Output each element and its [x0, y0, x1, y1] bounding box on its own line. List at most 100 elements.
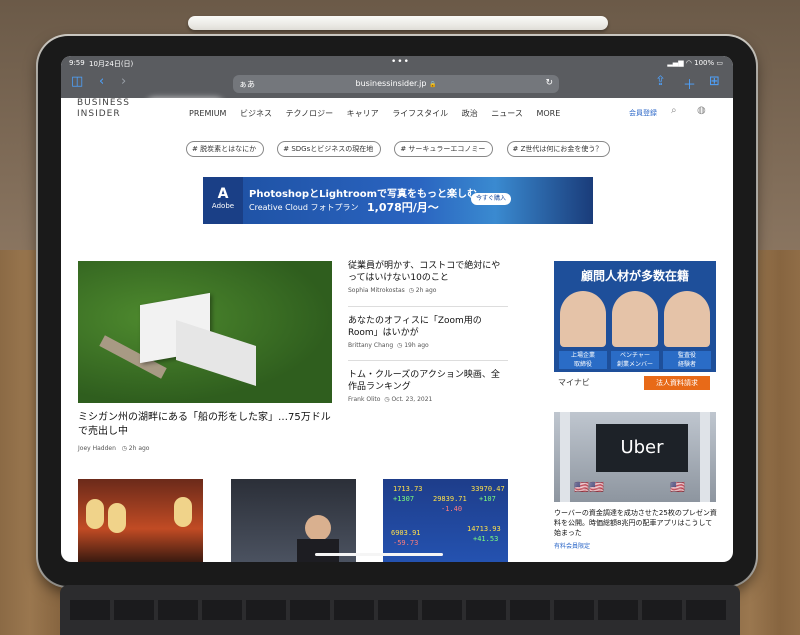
hashtag-icon: #: [400, 145, 407, 153]
main-nav: PREMIUM ビジネス テクノロジー キャリア ライフスタイル 政治 ニュース…: [189, 108, 571, 122]
url-text: businessinsider.jp 🔒: [355, 79, 437, 88]
nav-lifestyle[interactable]: ライフスタイル: [392, 109, 448, 118]
mynavi-ad-headline: 顧問人材が多数在籍: [580, 269, 689, 283]
hashtag-icon: #: [512, 145, 519, 153]
person-photo: [664, 291, 710, 347]
status-battery: ▂▄▆ ◠ 100% ▭: [667, 59, 723, 67]
side-article-title[interactable]: あなたのオフィスに「Zoom用のRoom」はいかが: [348, 315, 508, 339]
multitasking-dots-icon[interactable]: •••: [391, 57, 410, 67]
status-time: 9:59: [69, 59, 85, 67]
divider: [348, 306, 508, 307]
status-bar: 9:59 10月24日(日) ••• ▂▄▆ ◠ 100% ▭: [61, 56, 733, 70]
article-thumbnail[interactable]: [78, 479, 203, 562]
ticker-value: +41.53: [473, 535, 499, 543]
clock-icon: ◷: [384, 396, 390, 403]
person-body: [297, 539, 339, 562]
ticker-value: -1.40: [441, 505, 463, 513]
person-photo: [612, 291, 658, 347]
address-bar[interactable]: ぁあ businessinsider.jp 🔒 ↻: [233, 75, 559, 93]
ticker-value: -59.73: [393, 539, 419, 547]
side-article-title[interactable]: 従業員が明かす、コストコで絶対にやってはいけない10のこと: [348, 260, 508, 284]
logo-line-2: INSIDER: [77, 109, 121, 119]
topic-pill[interactable]: # Z世代は何にお金を使う？: [506, 141, 611, 157]
main-article-title[interactable]: ミシガン州の湖畔にある「船の形をした家」…75万ドルで売出し中: [78, 411, 338, 439]
side-article-byline: Sophia Mitrokostas ◷ 2h ago: [348, 287, 437, 294]
topic-pill[interactable]: # 脱炭素とはなにか: [186, 141, 265, 157]
main-article-image[interactable]: [78, 261, 332, 403]
search-icon[interactable]: ⌕: [671, 105, 677, 116]
person-head: [305, 515, 331, 541]
clock-icon: ◷: [408, 287, 414, 294]
side-article-title[interactable]: トム・クルーズのアクション映画、全作品ランキング: [348, 369, 508, 393]
nav-premium[interactable]: PREMIUM: [189, 109, 226, 118]
lantern: [86, 499, 104, 529]
side-article-byline: Brittany Chang ◷ 19h ago: [348, 342, 429, 349]
mynavi-label: 監査役 経験者: [663, 351, 711, 369]
side-article[interactable]: トム・クルーズのアクション映画、全作品ランキング Frank Olito ◷ O…: [348, 369, 508, 403]
adobe-ad-banner[interactable]: A Adobe PhotoshopとLightroomで写真をもっと楽しむ Cr…: [203, 177, 593, 224]
ticker-value: 29839.71: [433, 495, 467, 503]
adobe-a-icon: A: [217, 186, 229, 202]
sidebar-icon[interactable]: ◫: [71, 74, 83, 89]
nav-technology[interactable]: テクノロジー: [286, 109, 334, 118]
hashtag-icon: #: [192, 145, 198, 153]
image-column: [560, 412, 570, 502]
nav-news[interactable]: ニュース: [491, 109, 523, 118]
adobe-logo: A Adobe: [203, 177, 243, 224]
side-article-byline: Frank Olito ◷ Oct. 23, 2021: [348, 396, 433, 403]
mynavi-ad[interactable]: 顧問人材が多数在籍 上場企業 取締役 ベンチャー 創業メンバー 監査役 経験者 …: [554, 261, 716, 394]
reload-icon[interactable]: ↻: [545, 78, 553, 88]
lock-icon: 🔒: [429, 81, 437, 88]
paid-member-tag: 有料会員限定: [554, 543, 591, 550]
ad-subline: Creative Cloud フォトプラン: [249, 203, 359, 212]
mynavi-ad-footer: マイナビ 法人資料請求: [554, 372, 716, 394]
site-logo[interactable]: BUSINESS INSIDER: [77, 98, 147, 120]
uber-article-image[interactable]: Uber 🇺🇸🇺🇸 🇺🇸: [554, 412, 716, 502]
article-thumbnail[interactable]: [231, 479, 356, 562]
main-article-byline: Joey Hadden ◷ 2h ago: [78, 445, 150, 452]
lantern: [174, 497, 192, 527]
tabs-overview-icon[interactable]: ⊞: [709, 74, 720, 89]
safari-toolbar: ◫ ‹ › ぁあ businessinsider.jp 🔒 ↻ ⇪ ＋ ⊞: [61, 70, 733, 98]
forward-icon[interactable]: ›: [121, 74, 126, 89]
person-photo: [560, 291, 606, 347]
lantern: [108, 503, 126, 533]
nav-more[interactable]: MORE: [536, 109, 560, 118]
side-article[interactable]: あなたのオフィスに「Zoom用のRoom」はいかが Brittany Chang…: [348, 315, 508, 349]
ticker-value: +1307: [393, 495, 415, 503]
image-ship-deck: [176, 320, 256, 386]
signup-link[interactable]: 会員登録: [629, 108, 657, 118]
status-date: 10月24日(日): [89, 60, 134, 68]
flag-icon: 🇺🇸: [670, 480, 685, 494]
nav-business[interactable]: ビジネス: [240, 109, 272, 118]
home-indicator[interactable]: [315, 553, 443, 556]
ticker-value: 33970.47: [471, 485, 505, 493]
ad-price: 1,078円/月～: [367, 201, 439, 214]
clock-icon: ◷: [121, 445, 127, 452]
mynavi-request-button[interactable]: 法人資料請求: [644, 376, 710, 390]
new-tab-icon[interactable]: ＋: [683, 74, 696, 93]
nav-career[interactable]: キャリア: [347, 109, 379, 118]
ticker-value: 1713.73: [393, 485, 423, 493]
globe-icon[interactable]: ◍: [697, 105, 706, 116]
uber-sign: Uber: [596, 424, 688, 472]
uber-article-title[interactable]: ウーバーの資金調達を成功させた25枚のプレゼン資料を公開。時価総額8兆円の配車ア…: [554, 508, 718, 538]
topic-pill[interactable]: # SDGsとビジネスの現在地: [277, 141, 382, 157]
ad-buy-button[interactable]: 今すぐ購入: [471, 193, 511, 205]
back-icon[interactable]: ‹: [99, 74, 104, 89]
mynavi-label: ベンチャー 創業メンバー: [611, 351, 659, 369]
image-column: [700, 412, 710, 502]
ipad-screen: 9:59 10月24日(日) ••• ▂▄▆ ◠ 100% ▭ ◫ ‹ › ぁあ…: [61, 56, 733, 562]
topic-pill[interactable]: # サーキュラーエコノミー: [394, 141, 494, 157]
clock-icon: ◷: [397, 342, 403, 349]
stock-ticker-thumbnail[interactable]: 1713.73 +1307 29839.71 -1.40 33970.47 +1…: [383, 479, 508, 562]
ticker-value: 6903.91: [391, 529, 421, 537]
divider: [348, 360, 508, 361]
mynavi-brand: マイナビ: [558, 378, 590, 387]
hashtag-icon: #: [283, 145, 290, 153]
side-article[interactable]: 従業員が明かす、コストコで絶対にやってはいけない10のこと Sophia Mit…: [348, 260, 508, 294]
ad-headline: PhotoshopとLightroomで写真をもっと楽しむ: [249, 189, 478, 200]
ticker-value: +107: [479, 495, 496, 503]
nav-politics[interactable]: 政治: [462, 109, 478, 118]
share-icon[interactable]: ⇪: [655, 74, 666, 89]
